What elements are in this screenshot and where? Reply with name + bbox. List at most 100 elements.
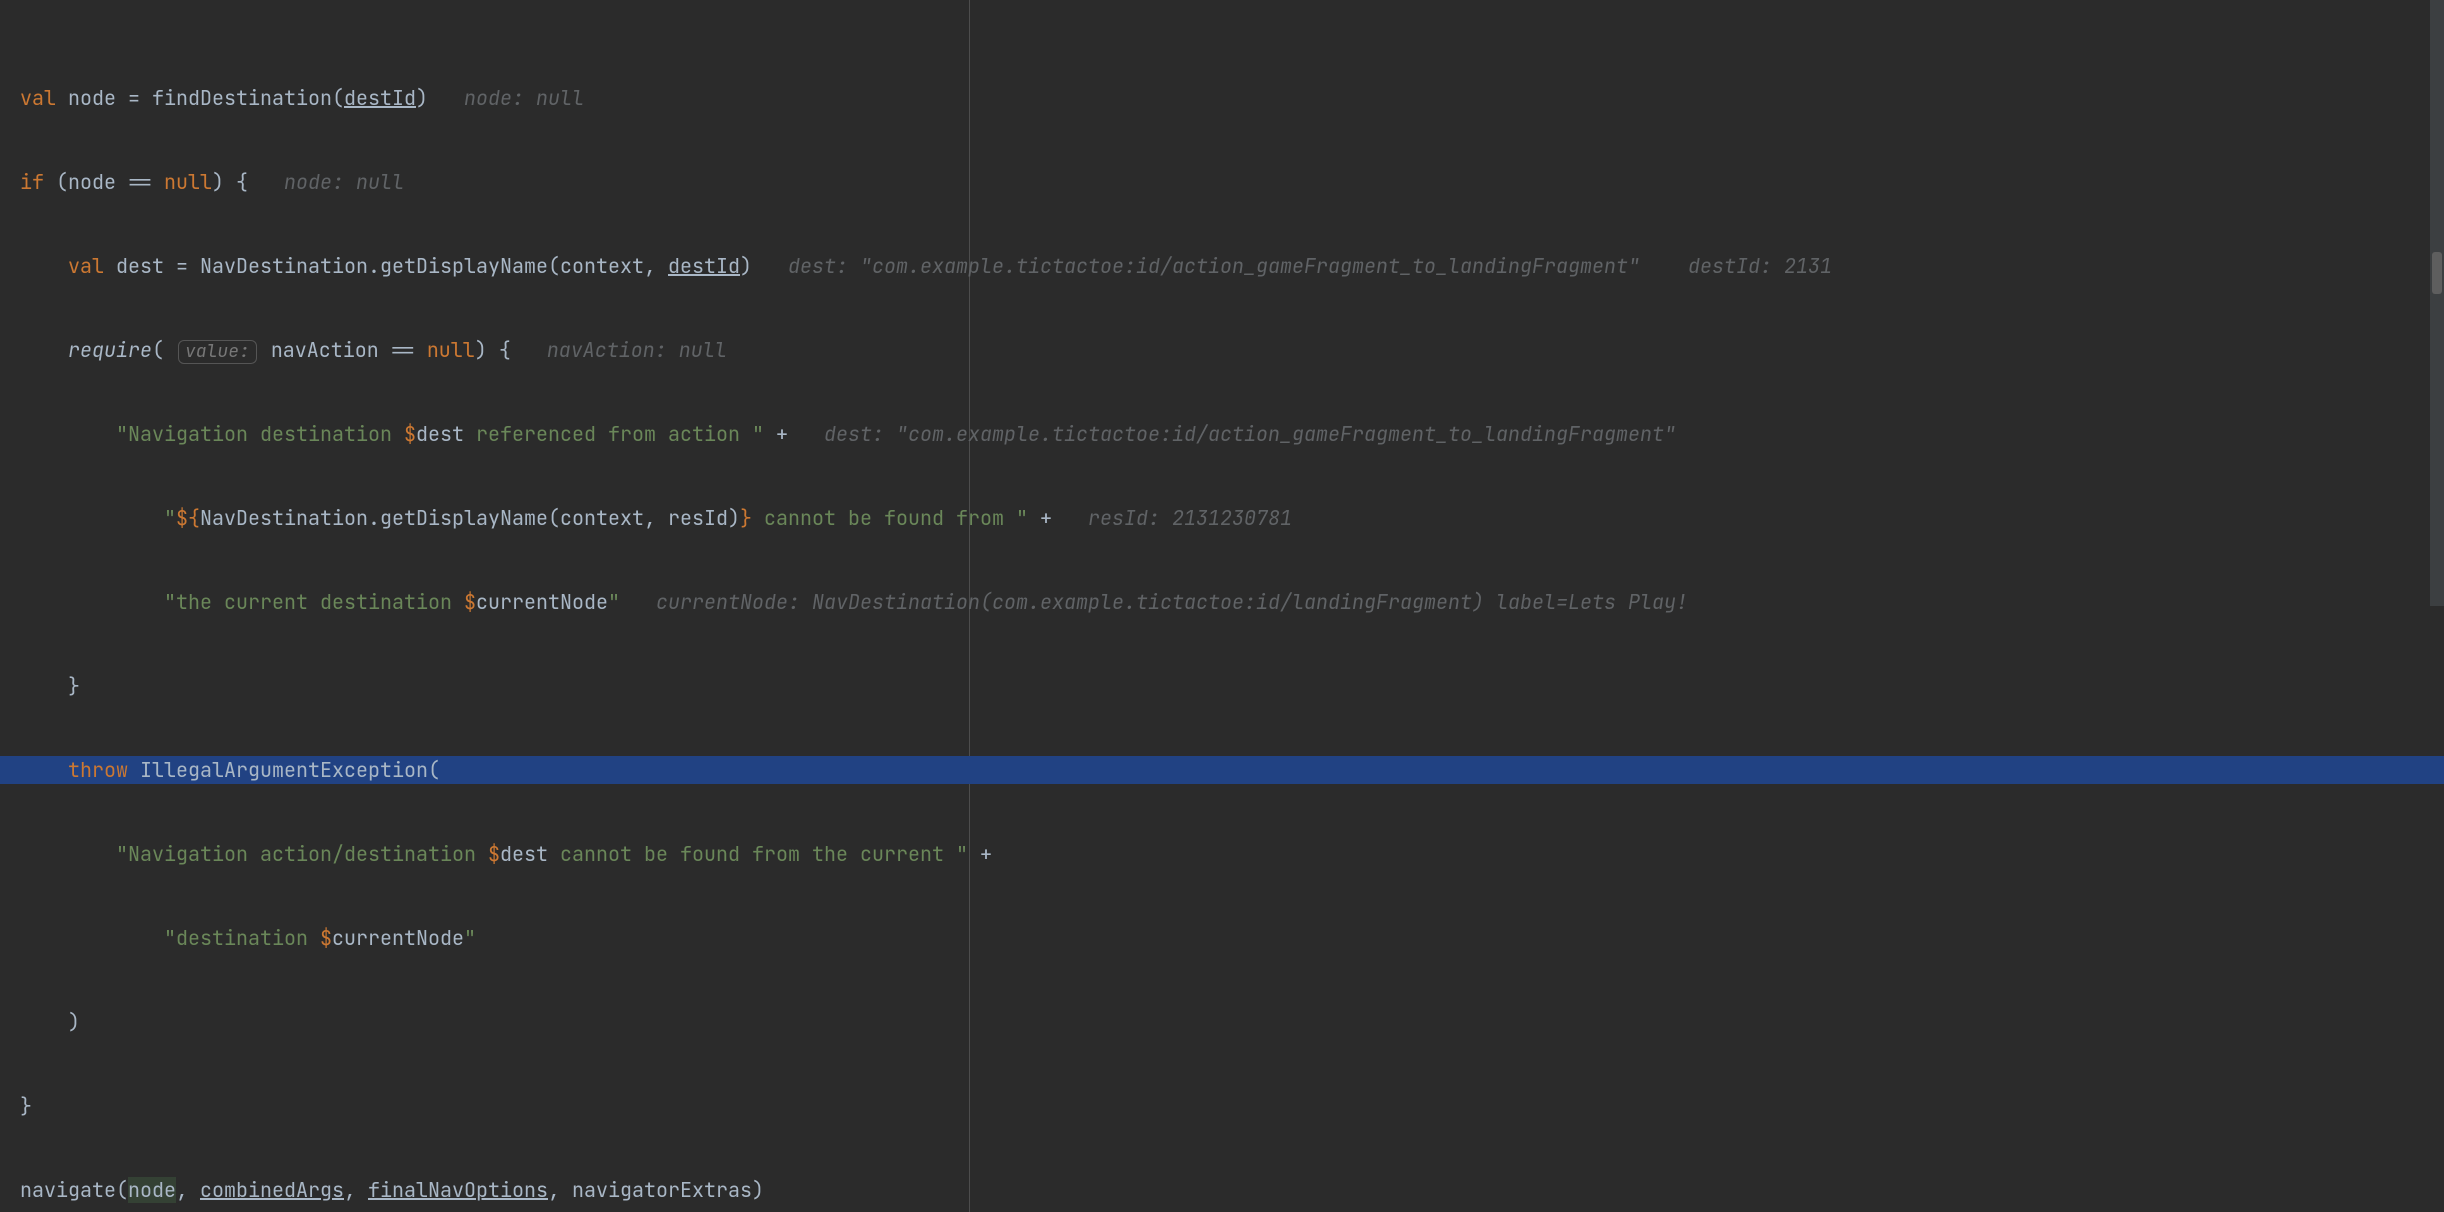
variable: navAction [271,337,379,363]
rparen: ) [68,1009,80,1035]
brace: } [20,1093,32,1119]
vertical-scrollbar[interactable] [2430,0,2444,606]
lparen: ( [428,757,440,783]
argument: node [128,1177,176,1203]
op: = [176,253,188,279]
dot: . [368,253,380,279]
code-line[interactable]: "Navigation destination $dest referenced… [0,420,2444,448]
argument: combinedArgs [200,1177,344,1203]
brace: } [68,673,80,699]
keyword-if: if [20,169,44,195]
function-call: require [68,337,152,363]
string-template: } [740,505,752,531]
inline-hint: dest: "com.example.tictactoe:id/action_g… [788,253,1640,279]
string-literal: " [164,505,176,531]
template-var: currentNode [332,925,464,951]
inline-hint: dest: "com.example.tictactoe:id/action_g… [824,421,1676,447]
scrollbar-thumb[interactable] [2432,252,2442,294]
class-ref: NavDestination [200,505,368,531]
argument: destId [668,253,740,279]
keyword-val: val [68,253,104,279]
string-literal: cannot be found from the current " [548,841,968,867]
inline-hint: destId: 2131 [1688,253,1832,279]
function-call: getDisplayName [380,505,548,531]
code-line[interactable]: "destination $currentNode" [0,924,2444,952]
class-ref: IllegalArgumentException [140,757,428,783]
brace: { [499,337,511,363]
rparen: ) [475,337,487,363]
rparen: ) [416,85,428,111]
inline-hint: resId: 2131230781 [1088,505,1292,531]
lparen: ( [548,253,560,279]
inline-hint: node: null [464,85,584,111]
op-plus: + [776,421,788,447]
function-call: navigate [20,1177,116,1203]
code-line[interactable]: } [0,1092,2444,1120]
code-line[interactable]: ) [0,1008,2444,1036]
inline-hint: node: null [284,169,404,195]
lparen: ( [116,1177,128,1203]
string-literal: " [608,589,620,615]
variable: dest [116,253,164,279]
op-plus: + [1040,505,1052,531]
string-literal: "destination [164,925,320,951]
space [128,757,140,783]
code-line[interactable]: "the current destination $currentNode" c… [0,588,2444,616]
code-line-highlighted[interactable]: throw IllegalArgumentException( [0,756,2444,784]
keyword-throw: throw [68,757,128,783]
string-template: ${ [176,505,200,531]
comma: , [176,1177,188,1203]
code-line[interactable]: val node = findDestination(destId) node:… [0,84,2444,112]
code-line[interactable]: } [0,672,2444,700]
string-template: $ [320,925,332,951]
argument: context [560,253,644,279]
argument: finalNavOptions [368,1177,548,1203]
comma: , [644,505,656,531]
code-line[interactable]: val dest = NavDestination.getDisplayName… [0,252,2444,280]
comma: , [344,1177,356,1203]
rparen: ) [740,253,752,279]
string-literal: referenced from action " [464,421,764,447]
argument: resId [668,505,728,531]
template-var: currentNode [476,589,608,615]
param-hint-pill: value: [178,340,257,364]
brace: { [236,169,248,195]
code-line[interactable]: require( value: navAction == null) { nav… [0,336,2444,364]
op: == [391,337,415,363]
op: == [128,169,152,195]
argument: destId [344,85,416,111]
class-ref: NavDestination [200,253,368,279]
keyword-val: val [20,85,56,111]
string-template: $ [464,589,476,615]
lparen: ( [548,505,560,531]
op-plus: + [980,841,992,867]
rparen: ) [212,169,224,195]
lparen: ( [56,169,68,195]
argument: navigatorExtras [572,1177,752,1203]
code-line[interactable]: navigate(node, combinedArgs, finalNavOpt… [0,1176,2444,1204]
rparen: ) [728,505,740,531]
keyword-null: null [164,169,212,195]
code-line[interactable]: "${NavDestination.getDisplayName(context… [0,504,2444,532]
inline-hint: currentNode: NavDestination(com.example.… [656,589,1688,615]
variable: node [68,85,116,111]
lparen: ( [152,337,164,363]
argument: context [560,505,644,531]
comma: , [644,253,656,279]
string-template: $ [404,421,416,447]
variable: node [68,169,116,195]
string-literal: " [464,925,476,951]
string-template: $ [488,841,500,867]
inline-hint: navAction: null [547,337,727,363]
code-editor[interactable]: val node = findDestination ( destId) node:… [0,0,2444,1212]
template-var: dest [416,421,464,447]
code-line[interactable]: if (node == null) { node: null [0,168,2444,196]
op: = [128,85,140,111]
dot: . [368,505,380,531]
function-call: findDestination [152,85,332,111]
keyword-null: null [427,337,475,363]
rparen: ) [752,1177,764,1203]
string-literal: cannot be found from " [752,505,1028,531]
code-line[interactable]: "Navigation action/destination $dest can… [0,840,2444,868]
string-literal: "the current destination [164,589,464,615]
